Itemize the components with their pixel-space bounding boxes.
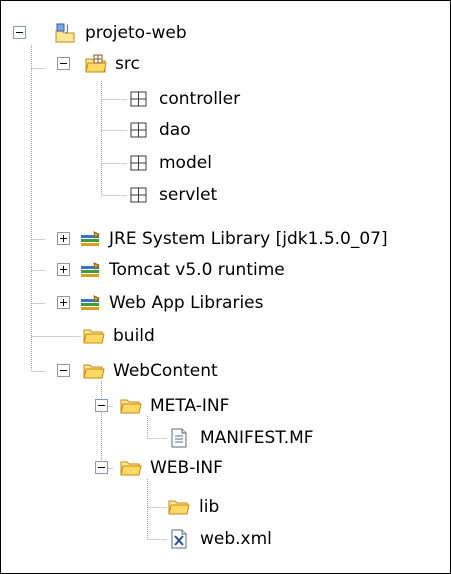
tree-item-label: Tomcat v5.0 runtime — [109, 260, 285, 280]
tree-item-label: model — [159, 153, 212, 173]
library-icon — [80, 259, 102, 281]
xml-file-icon — [168, 528, 190, 550]
expand-toggle[interactable] — [57, 263, 70, 276]
expand-toggle[interactable] — [57, 296, 70, 309]
tree-item-label: JRE System Library [jdk1.5.0_07] — [109, 229, 388, 249]
tree-item-label: controller — [159, 89, 241, 109]
collapse-toggle[interactable] — [95, 461, 108, 474]
tree-item-label: dao — [159, 120, 191, 140]
tree-item-lib[interactable]: lib — [1, 496, 450, 520]
tree-item-webcontent[interactable]: WebContent — [1, 360, 450, 384]
tree-item-label: WebContent — [113, 361, 218, 381]
tree-item-controller[interactable]: controller — [1, 88, 450, 112]
folder-icon — [83, 325, 105, 347]
folder-icon — [120, 457, 142, 479]
library-icon — [80, 292, 102, 314]
tree-item-model[interactable]: model — [1, 152, 450, 176]
tree-item-label: build — [113, 326, 155, 346]
package-icon — [128, 152, 150, 174]
package-icon — [128, 88, 150, 110]
folder-icon — [168, 496, 190, 518]
tree-item-build[interactable]: build — [1, 325, 450, 349]
tree-item-meta-inf[interactable]: META-INF — [1, 395, 450, 419]
tree-item-label: src — [115, 54, 140, 74]
collapse-toggle[interactable] — [57, 57, 70, 70]
library-icon — [80, 228, 102, 250]
project-explorer-tree: J projeto-web src controller dao model s… — [0, 0, 451, 574]
tree-connector-lines — [31, 45, 167, 540]
tree-item-label: web.xml — [200, 529, 272, 549]
tree-item-projeto-web[interactable]: J projeto-web — [1, 22, 450, 46]
tree-item-label: servlet — [159, 185, 218, 205]
collapse-toggle[interactable] — [57, 364, 70, 377]
tree-item-label: WEB-INF — [150, 458, 223, 478]
tree-item-manifest[interactable]: MANIFEST.MF — [1, 427, 450, 451]
expand-toggle[interactable] — [57, 232, 70, 245]
tree-item-label: MANIFEST.MF — [200, 428, 314, 448]
tree-item-label: META-INF — [150, 396, 230, 416]
tree-item-src[interactable]: src — [1, 53, 450, 77]
collapse-toggle[interactable] — [13, 26, 26, 39]
tree-item-servlet[interactable]: servlet — [1, 184, 450, 208]
collapse-toggle[interactable] — [95, 399, 108, 412]
tree-item-label: Web App Libraries — [109, 293, 264, 313]
tree-item-label: projeto-web — [85, 23, 187, 43]
tree-item-jre-system-library[interactable]: JRE System Library [jdk1.5.0_07] — [1, 228, 450, 252]
tree-item-dao[interactable]: dao — [1, 119, 450, 143]
source-folder-icon — [85, 53, 107, 75]
package-icon — [128, 119, 150, 141]
tree-item-web-app-libraries[interactable]: Web App Libraries — [1, 292, 450, 316]
tree-item-tomcat-runtime[interactable]: Tomcat v5.0 runtime — [1, 259, 450, 283]
svg-text:J: J — [65, 24, 69, 34]
folder-icon — [83, 360, 105, 382]
package-icon — [128, 184, 150, 206]
tree-item-web-inf[interactable]: WEB-INF — [1, 457, 450, 481]
folder-icon — [120, 395, 142, 417]
project-icon: J — [54, 22, 76, 44]
tree-item-label: lib — [199, 497, 220, 517]
text-file-icon — [168, 427, 190, 449]
tree-item-web-xml[interactable]: web.xml — [1, 528, 450, 552]
